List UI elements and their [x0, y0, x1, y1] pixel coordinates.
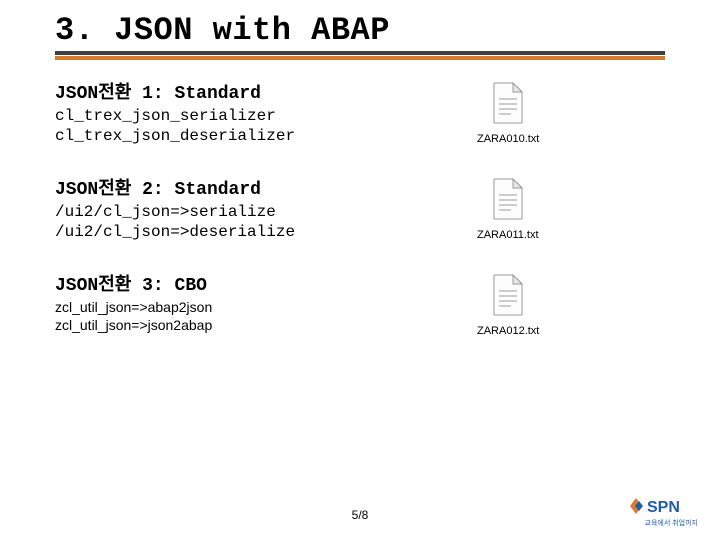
- section-1-line-2: cl_trex_json_deserializer: [55, 126, 665, 146]
- spn-logo-icon: SPN: [630, 495, 698, 517]
- section-3: JSON전환 3: CBO zcl_util_json=>abap2json z…: [55, 270, 665, 334]
- section-2-line-1: /ui2/cl_json=>serialize: [55, 202, 665, 222]
- accent-bar: [55, 56, 665, 60]
- text-file-icon: [491, 82, 525, 124]
- section-3-line-1: zcl_util_json=>abap2json: [55, 298, 665, 316]
- section-1: JSON전환 1: Standard cl_trex_json_serializ…: [55, 78, 665, 146]
- file-label-1: ZARA010.txt: [477, 133, 539, 145]
- file-attachment-3: ZARA012.txt: [477, 274, 539, 337]
- section-2: JSON전환 2: Standard /ui2/cl_json=>seriali…: [55, 174, 665, 242]
- text-file-icon: [491, 178, 525, 220]
- slide-title: 3. JSON with ABAP: [55, 12, 665, 49]
- file-label-2: ZARA011.txt: [477, 229, 539, 241]
- section-3-line-2: zcl_util_json=>json2abap: [55, 316, 665, 334]
- spn-logo: SPN 교육에서 취업까지: [630, 495, 698, 528]
- text-file-icon: [491, 274, 525, 316]
- section-2-line-2: /ui2/cl_json=>deserialize: [55, 222, 665, 242]
- file-attachment-2: ZARA011.txt: [477, 178, 539, 241]
- section-1-heading: JSON전환 1: Standard: [55, 78, 665, 104]
- file-attachment-1: ZARA010.txt: [477, 82, 539, 145]
- svg-text:SPN: SPN: [647, 499, 680, 516]
- section-3-heading: JSON전환 3: CBO: [55, 270, 665, 296]
- page-number: 5/8: [0, 508, 720, 522]
- title-wrap: 3. JSON with ABAP: [55, 12, 665, 55]
- file-label-3: ZARA012.txt: [477, 325, 539, 337]
- slide-body: 3. JSON with ABAP JSON전환 1: Standard cl_…: [0, 0, 720, 334]
- logo-tagline: 교육에서 취업까지: [630, 518, 698, 528]
- section-1-line-1: cl_trex_json_serializer: [55, 106, 665, 126]
- section-2-heading: JSON전환 2: Standard: [55, 174, 665, 200]
